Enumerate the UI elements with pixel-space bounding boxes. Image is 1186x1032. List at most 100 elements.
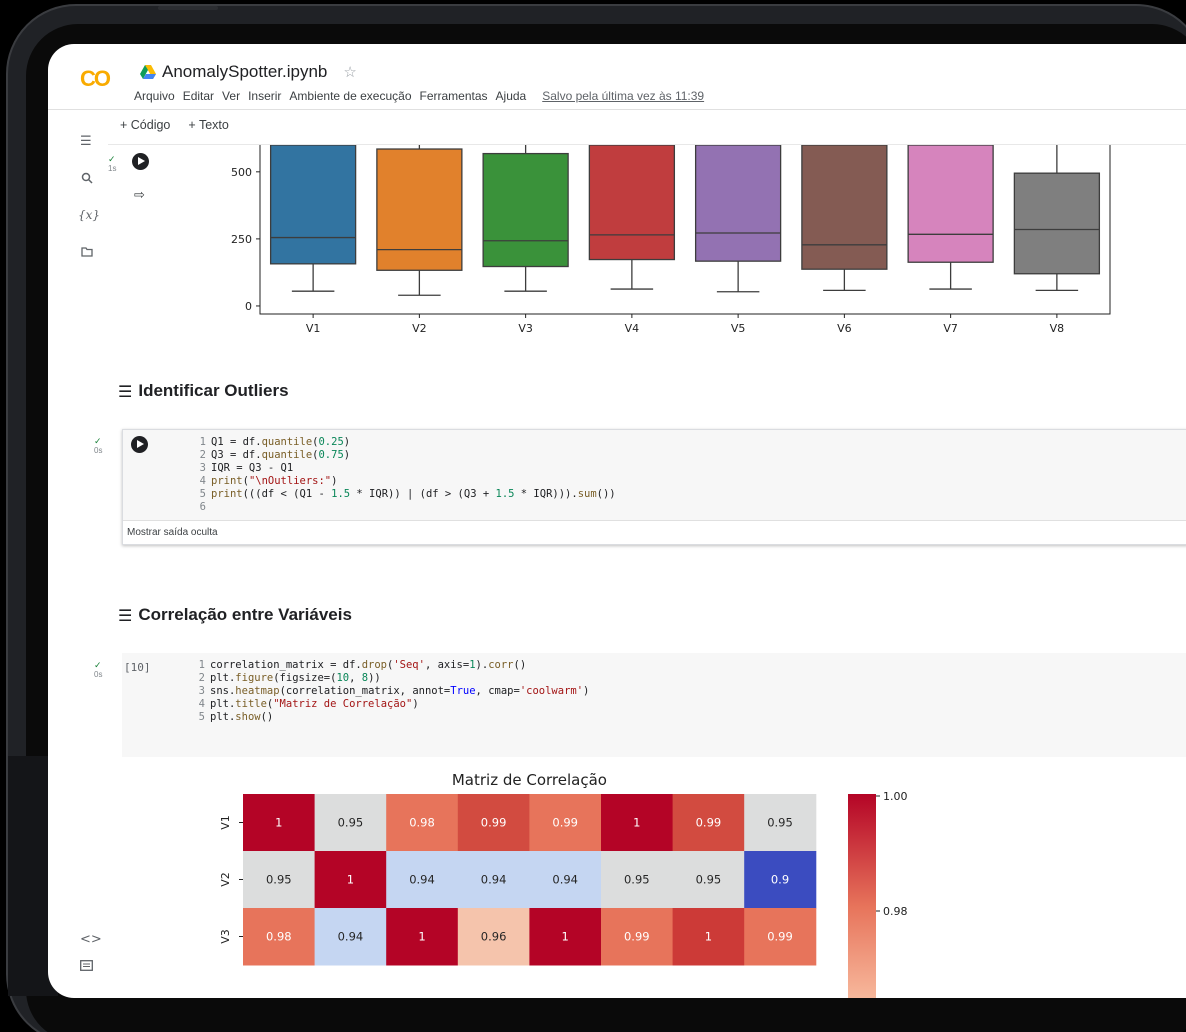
- terminal-icon[interactable]: [80, 960, 93, 975]
- code-text: plt.title("Matriz de Correlação"): [210, 698, 419, 710]
- menu-arquivo[interactable]: Arquivo: [134, 89, 175, 103]
- search-icon[interactable]: [81, 172, 93, 188]
- x-tick-label: V4: [625, 322, 640, 335]
- line-number: 3: [199, 462, 206, 474]
- box-v2: [376, 148, 463, 271]
- box-v6: [801, 145, 888, 270]
- output-icon[interactable]: ⇨: [134, 187, 145, 203]
- add-text-button[interactable]: + Texto: [188, 118, 228, 132]
- execution-count: [10]: [124, 661, 151, 674]
- side-rail: ☰ {x} <>: [48, 110, 108, 998]
- cell1-run-button[interactable]: [132, 153, 149, 170]
- code-text: Q1 = df.quantile(0.25): [211, 436, 351, 448]
- colab-logo[interactable]: CO: [80, 66, 111, 92]
- correlation-heatmap: Matriz de Correlação 1 0.95 0.98 0.99 0.99 1 0.…: [219, 771, 908, 998]
- menu-ajuda[interactable]: Ajuda: [496, 89, 527, 103]
- line-number: 6: [199, 501, 206, 513]
- code-line[interactable]: 1 correlation_matrix = df.drop('Seq', axi…: [158, 659, 1186, 672]
- title-row: AnomalySpotter.ipynb ☆: [140, 62, 357, 82]
- menu-ambiente[interactable]: Ambiente de execução: [289, 89, 411, 103]
- line-number: 2: [199, 449, 206, 461]
- heatmap-annotation: 0.94: [552, 873, 578, 887]
- code-text: Q3 = df.quantile(0.75): [211, 449, 351, 461]
- heatmap-annotation: 0.94: [409, 873, 435, 887]
- code-text: sns.heatmap(correlation_matrix, annot=Tr…: [210, 685, 590, 697]
- code-line[interactable]: 5 print(((df < (Q1 - 1.5 * IQR)) | (df > …: [159, 488, 1186, 501]
- menu-editar[interactable]: Editar: [183, 89, 214, 103]
- heatmap-annotation: 1: [347, 873, 354, 887]
- code-line[interactable]: 1 Q1 = df.quantile(0.25): [159, 436, 1186, 449]
- code-line[interactable]: 4 print("\nOutliers:"): [159, 475, 1186, 488]
- heatmap-annotation: 0.95: [266, 873, 292, 887]
- box-v4: [588, 145, 676, 261]
- cell-toolbar: + Código + Texto: [120, 118, 229, 132]
- section-title: Correlação entre Variáveis: [138, 605, 352, 624]
- section-correlacao: ☰ Correlação entre Variáveis: [118, 605, 352, 625]
- x-tick-label: V3: [518, 322, 533, 335]
- notebook-content: ✓ 1s ⇨ V1 V2 V3 V4 V5 V6 V7 V8 0 250 500 ☰ Identifi…: [94, 144, 1186, 998]
- section-collapse-icon[interactable]: ☰: [118, 606, 132, 625]
- line-number: 1: [199, 436, 206, 448]
- heatmap-annotation: 0.96: [481, 930, 507, 944]
- folder-icon[interactable]: [81, 246, 93, 261]
- section-title: Identificar Outliers: [138, 381, 289, 400]
- heatmap-annotation: 0.99: [624, 930, 650, 944]
- code-snippets-icon[interactable]: <>: [80, 932, 102, 947]
- code-editor[interactable]: 1 correlation_matrix = df.drop('Seq', axi…: [122, 653, 1186, 730]
- heatmap-annotation: 0.9: [771, 873, 789, 887]
- code-text: plt.figure(figsize=(10, 8)): [210, 672, 381, 684]
- variables-icon[interactable]: {x}: [78, 208, 100, 222]
- line-number: 4: [199, 475, 206, 487]
- menu-inserir[interactable]: Inserir: [248, 89, 281, 103]
- cell3-status: ✓ 0s: [94, 660, 103, 680]
- line-number: 2: [198, 672, 205, 684]
- code-line[interactable]: 3 sns.heatmap(correlation_matrix, annot=T…: [158, 685, 1186, 698]
- x-tick-label: V6: [837, 322, 852, 335]
- outliers-code-cell[interactable]: 1 Q1 = df.quantile(0.25) 2 Q3 = df.quantile…: [122, 429, 1186, 545]
- code-line[interactable]: 4 plt.title("Matriz de Correlação"): [158, 698, 1186, 711]
- box-v5: [694, 145, 782, 262]
- menu-bar: Arquivo Editar Ver Inserir Ambiente de e…: [134, 89, 704, 103]
- x-tick-label: V5: [731, 322, 746, 335]
- star-icon[interactable]: ☆: [343, 63, 356, 81]
- notebook-header: CO AnomalySpotter.ipynb ☆ Arquivo Editar…: [48, 44, 1186, 110]
- box-v8: [1013, 172, 1101, 275]
- menu-ferramentas[interactable]: Ferramentas: [420, 89, 488, 103]
- box-v3: [482, 152, 569, 268]
- row-label: V3: [219, 929, 232, 944]
- code-line[interactable]: 6: [159, 501, 1186, 514]
- heatmap-annotation: 0.99: [767, 930, 793, 944]
- show-hidden-output[interactable]: Mostrar saída oculta: [123, 520, 1186, 544]
- code-text: print(((df < (Q1 - 1.5 * IQR)) | (df > (…: [211, 488, 616, 500]
- heatmap-annotation: 0.95: [696, 873, 722, 887]
- code-line[interactable]: 3 IQR = Q3 - Q1: [159, 462, 1186, 475]
- cell1-status: ✓ 1s: [108, 154, 117, 174]
- saved-status-link[interactable]: Salvo pela última vez às 11:39: [542, 89, 704, 103]
- correlation-code-cell[interactable]: [10] 1 correlation_matrix = df.drop('Seq'…: [122, 653, 1186, 757]
- line-number: 1: [198, 659, 205, 671]
- heatmap-annotation: 0.98: [409, 816, 435, 830]
- code-editor[interactable]: 1 Q1 = df.quantile(0.25) 2 Q3 = df.quantile…: [123, 430, 1186, 520]
- cell2-run-button[interactable]: [131, 436, 148, 453]
- google-drive-icon: [140, 65, 156, 79]
- line-number: 5: [198, 711, 205, 723]
- cell2-status: ✓ 0s: [94, 436, 103, 456]
- menu-ver[interactable]: Ver: [222, 89, 240, 103]
- code-line[interactable]: 5 plt.show(): [158, 711, 1186, 724]
- heatmap-annotation: 0.94: [481, 873, 507, 887]
- code-line[interactable]: 2 plt.figure(figsize=(10, 8)): [158, 672, 1186, 685]
- y-tick-label: 0: [245, 300, 252, 313]
- y-tick-label: 500: [231, 166, 252, 179]
- notebook-title[interactable]: AnomalySpotter.ipynb: [162, 62, 327, 82]
- heatmap-annotation: 0.95: [767, 816, 793, 830]
- x-tick-label: V7: [943, 322, 958, 335]
- toc-icon[interactable]: ☰: [80, 134, 92, 149]
- code-line[interactable]: 2 Q3 = df.quantile(0.75): [159, 449, 1186, 462]
- heatmap-annotation: 0.99: [696, 816, 722, 830]
- add-code-button[interactable]: + Código: [120, 118, 170, 132]
- colorbar-label: 1.00: [883, 790, 908, 803]
- section-collapse-icon[interactable]: ☰: [118, 382, 132, 401]
- y-tick-label: 250: [231, 233, 252, 246]
- line-number: 4: [198, 698, 205, 710]
- x-tick-label: V8: [1050, 322, 1065, 335]
